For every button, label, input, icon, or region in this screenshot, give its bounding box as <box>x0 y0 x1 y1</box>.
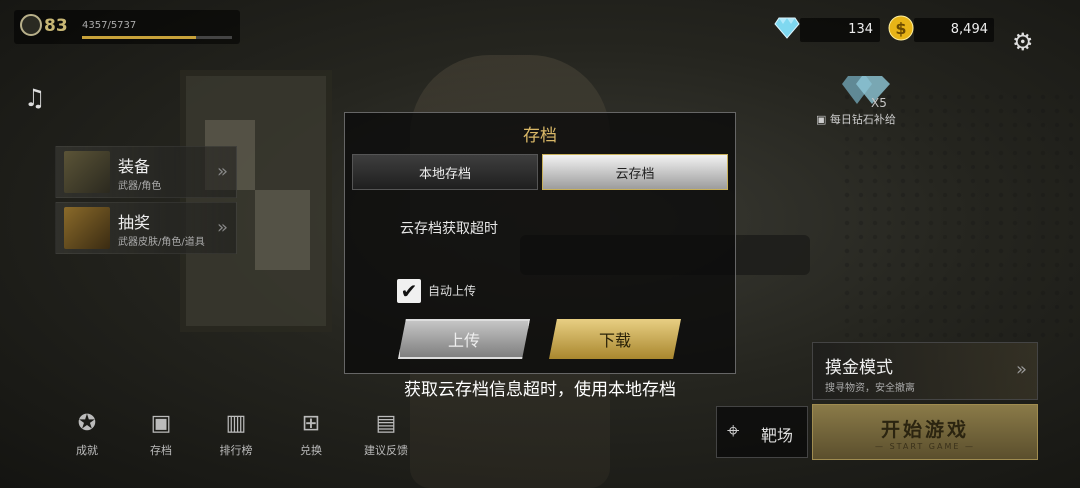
gold-count: 8,494 <box>950 22 988 37</box>
xp-bar-fill <box>82 36 196 39</box>
save-icon: ▣ <box>150 411 172 436</box>
crosshair-icon: ⌖ <box>727 419 740 444</box>
nav-label: 存档 <box>150 444 172 457</box>
nav-label: 兑换 <box>300 444 322 457</box>
save-dialog: 存档 本地存档 云存档 云存档获取超时 ✔ 自动上传 上传 下载 <box>344 112 736 374</box>
nav-label: 成就 <box>76 444 98 457</box>
background-paper <box>255 190 310 270</box>
shooting-range-label: 靶场 <box>761 426 794 445</box>
auto-upload-label: 自动上传 <box>428 284 477 298</box>
menu-item-title: 装备 <box>118 157 151 176</box>
daily-reward-text: 每日钻石补给 <box>829 113 896 126</box>
chevron-right-icon: » <box>216 217 228 238</box>
game-mode-title: 摸金模式 <box>825 358 893 378</box>
player-level: 83 <box>44 16 68 36</box>
start-game-subtitle-text: START GAME <box>889 442 961 451</box>
start-game-button[interactable]: 开始游戏 — START GAME — <box>812 404 1038 460</box>
nav-save[interactable]: ▣ 存档 <box>131 410 191 458</box>
diamond-icon <box>774 17 800 39</box>
menu-item-equipment[interactable]: 装备 武器/角色 » <box>55 146 237 198</box>
rank-icon <box>20 14 42 36</box>
cloud-status-message: 云存档获取超时 <box>400 221 498 237</box>
lottery-thumbnail <box>64 207 110 249</box>
nav-label: 建议反馈 <box>364 444 408 457</box>
gold-coin-icon: $ <box>888 15 914 41</box>
tab-local-save[interactable]: 本地存档 <box>352 154 538 190</box>
gift-icon: ⊞ <box>301 411 321 436</box>
daily-reward-multiplier: X5 <box>871 96 887 110</box>
tab-cloud-save[interactable]: 云存档 <box>542 154 728 190</box>
nav-leaderboard[interactable]: ▥ 排行榜 <box>206 410 266 458</box>
dialog-title: 存档 <box>523 126 557 146</box>
game-mode-subtitle: 搜寻物资，安全撤离 <box>825 383 915 394</box>
daily-reward-label[interactable]: ▣ 每日钻石补给 <box>816 111 896 127</box>
start-game-title: 开始游戏 <box>880 419 969 441</box>
background-pegboard <box>840 90 1080 340</box>
leaderboard-icon: ▥ <box>225 411 247 436</box>
xp-bar <box>82 36 232 39</box>
game-mode-card[interactable]: 摸金模式 搜寻物资，安全撤离 » <box>812 342 1038 400</box>
menu-item-subtitle: 武器/角色 <box>118 181 162 192</box>
chevron-right-icon: » <box>1015 359 1027 380</box>
nav-achievements[interactable]: ✪ 成就 <box>57 410 117 458</box>
nav-feedback[interactable]: ▤ 建议反馈 <box>356 410 416 458</box>
chat-icon: ▤ <box>375 411 397 436</box>
equipment-thumbnail <box>64 151 110 193</box>
medal-icon: ✪ <box>77 411 97 436</box>
start-game-subtitle: — START GAME — <box>875 442 975 451</box>
xp-text: 4357/5737 <box>82 20 137 31</box>
nav-redeem[interactable]: ⊞ 兑换 <box>281 410 341 458</box>
menu-item-title: 抽奖 <box>118 213 151 232</box>
music-note-icon[interactable]: ♫ <box>24 84 46 112</box>
settings-gear-icon[interactable]: ⚙ <box>1012 28 1034 56</box>
nav-label: 排行榜 <box>219 444 253 457</box>
download-button[interactable]: 下载 <box>549 319 681 359</box>
auto-upload-checkbox[interactable]: ✔ <box>397 279 421 303</box>
menu-item-lottery[interactable]: 抽奖 武器皮肤/角色/道具 » <box>55 202 237 254</box>
upload-button[interactable]: 上传 <box>398 319 530 359</box>
shooting-range-button[interactable]: ⌖ 靶场 <box>716 406 808 458</box>
menu-item-subtitle: 武器皮肤/角色/道具 <box>118 237 205 248</box>
diamond-count: 134 <box>848 22 873 37</box>
chevron-right-icon: » <box>216 161 228 182</box>
svg-text:$: $ <box>895 19 906 38</box>
